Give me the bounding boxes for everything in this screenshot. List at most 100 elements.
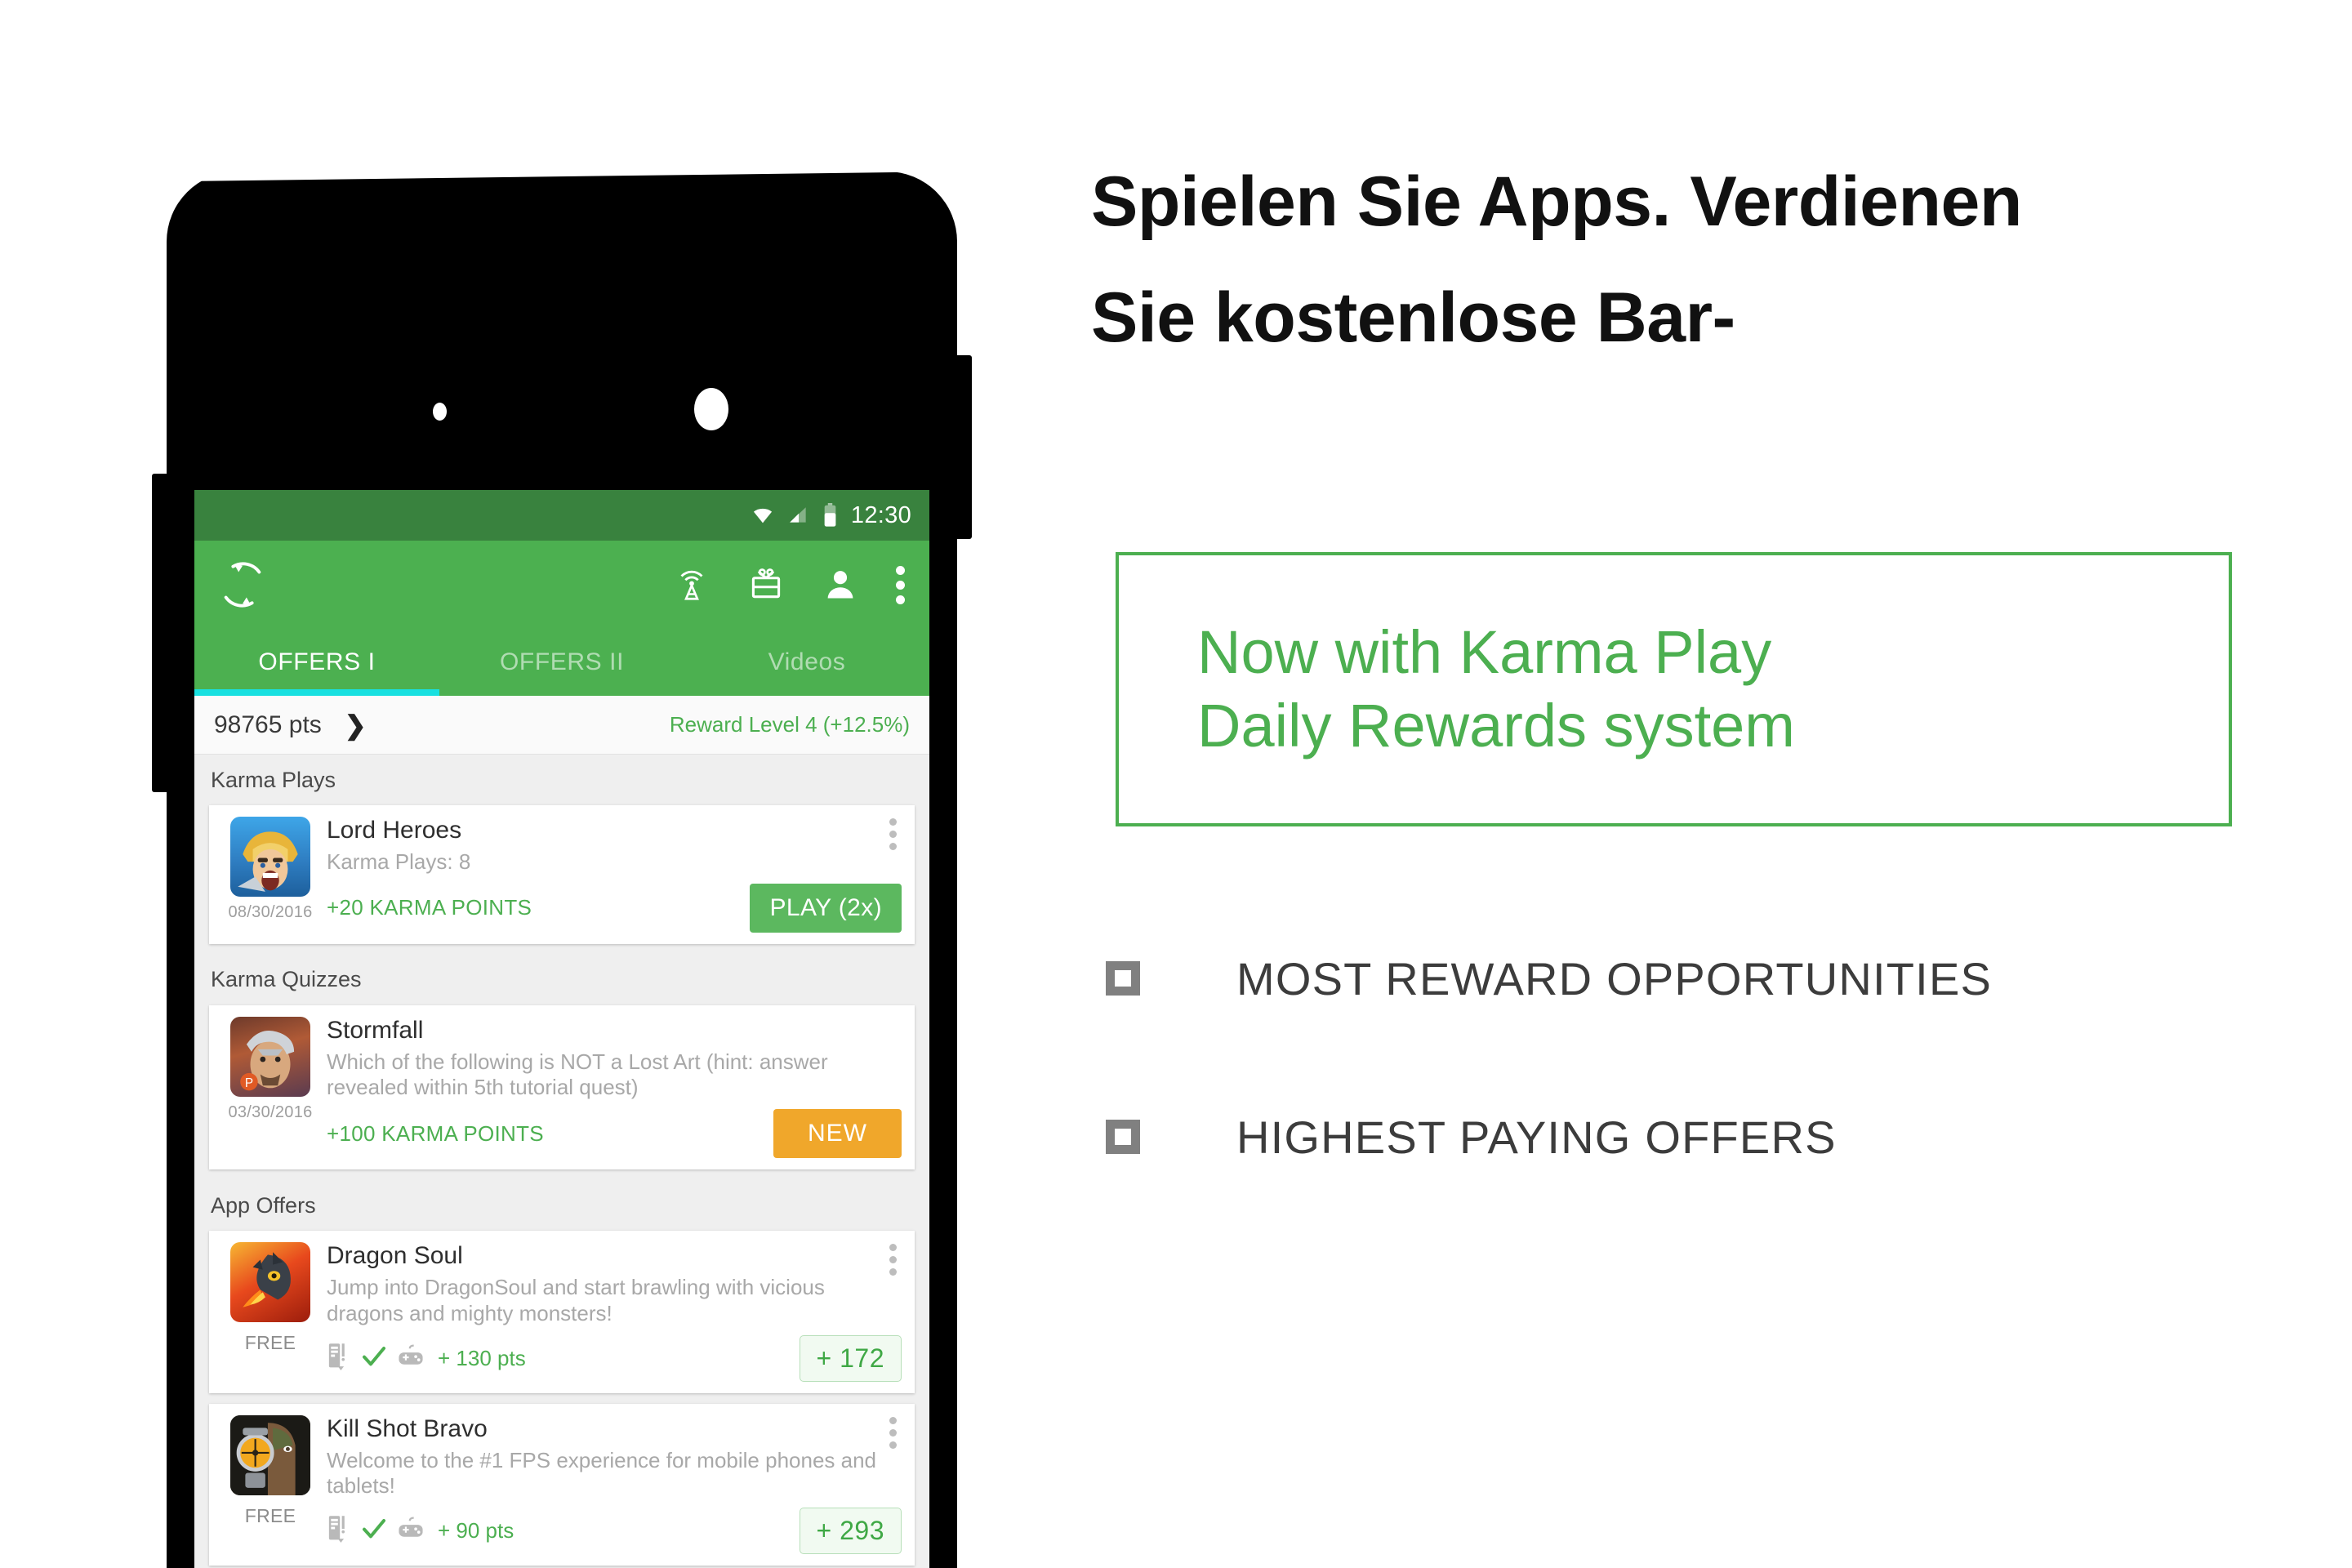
svg-text:P: P: [245, 1076, 253, 1089]
card-title: Kill Shot Bravo: [327, 1414, 488, 1442]
overflow-dot: [889, 1441, 897, 1449]
stormfall-thumbnail: P: [230, 1016, 310, 1097]
gamepad-icon: [397, 1344, 425, 1373]
points-bar[interactable]: 98765 pts ❯ Reward Level 4 (+12.5%): [194, 696, 929, 755]
card-overflow-icon[interactable]: [889, 818, 897, 850]
card-date: 03/30/2016: [228, 1102, 313, 1121]
list-item[interactable]: P 03/30/2016 Stormfall Which of the foll…: [209, 1004, 915, 1170]
karma-swirl-logo[interactable]: [217, 559, 268, 610]
overflow-dot: [889, 1268, 897, 1276]
card-price: FREE: [244, 1332, 296, 1354]
front-camera-icon: [694, 388, 728, 430]
install-icon: [327, 1343, 351, 1374]
overflow-dot: [889, 1256, 897, 1264]
tab-bar: OFFERS I OFFERS II Videos: [194, 629, 929, 696]
card-title: Dragon Soul: [327, 1242, 463, 1270]
offers-list[interactable]: Karma Plays 08/30/2016 Lord Heroes Karma…: [194, 755, 929, 1568]
bullet-label: HIGHEST PAYING OFFERS: [1236, 1111, 1837, 1163]
promo-box: Now with Karma Play Daily Rewards system: [1116, 552, 2232, 826]
headline-line-2: Sie kostenlose Bar-: [1091, 278, 1735, 358]
promo-line-1: Now with Karma Play: [1197, 617, 1772, 686]
gift-icon[interactable]: [746, 565, 786, 604]
points-value: 98765 pts: [214, 710, 322, 738]
overflow-menu-icon[interactable]: [895, 565, 905, 604]
overflow-dot: [889, 818, 897, 826]
list-item[interactable]: FREE Dragon Soul Jump into DragonSoul an…: [209, 1231, 915, 1393]
headline-line-1: Spielen Sie Apps. Verdienen: [1091, 163, 2022, 241]
status-bar-time: 12:30: [850, 501, 911, 528]
section-header-karma-plays: Karma Plays: [194, 755, 929, 805]
card-subtitle: Which of the following is NOT a Lost Art…: [327, 1049, 828, 1100]
offer-bonus-points: + 130 pts: [438, 1345, 526, 1370]
tab-indicator: [194, 689, 439, 696]
karma-points-label: +100 KARMA POINTS: [327, 1120, 544, 1146]
card-left: 08/30/2016: [222, 817, 318, 933]
tab-videos[interactable]: Videos: [684, 629, 929, 696]
overflow-dot: [895, 565, 905, 575]
tab-offers-1[interactable]: OFFERS I: [194, 629, 439, 696]
promo-page: 12:30 OFFERS I OFFERS II Videos 98765 pt…: [0, 0, 2352, 1568]
person-icon[interactable]: [821, 565, 860, 604]
section-header-app-offers: App Offers: [194, 1180, 929, 1232]
card-title: Stormfall: [327, 1016, 424, 1044]
offer-meta-icons: + 90 pts: [327, 1515, 514, 1547]
install-icon: [327, 1515, 351, 1547]
card-left: FREE: [222, 1242, 318, 1381]
cellular-signal-icon: [788, 505, 809, 526]
feature-bullets: MOST REWARD OPPORTUNITIES HIGHEST PAYING…: [1106, 931, 2290, 1184]
overflow-dot: [889, 1428, 897, 1437]
list-item[interactable]: 08/30/2016 Lord Heroes Karma Plays: 8 +2…: [209, 805, 915, 944]
card-subtitle: Karma Plays: 8: [327, 849, 471, 874]
card-left: P 03/30/2016: [222, 1016, 318, 1158]
phone-mockup: 12:30 OFFERS I OFFERS II Videos 98765 pt…: [152, 172, 977, 1568]
card-overflow-icon[interactable]: [889, 1416, 897, 1449]
kill-shot-bravo-thumbnail: [230, 1414, 310, 1495]
app-bar-actions: [672, 565, 911, 604]
marketing-panel: Spielen Sie Apps. Verdienen Sie kostenlo…: [1091, 0, 2352, 1568]
list-item: MOST REWARD OPPORTUNITIES: [1106, 931, 2290, 1026]
offer-meta-icons: + 130 pts: [327, 1343, 526, 1374]
list-item[interactable]: FREE Kill Shot Bravo Welcome to the #1 F…: [209, 1403, 915, 1566]
card-overflow-icon[interactable]: [889, 1244, 897, 1276]
page-title: Spielen Sie Apps. Verdienen Sie kostenlo…: [1091, 162, 2316, 358]
check-icon: [361, 1516, 387, 1546]
reward-level-label: Reward Level 4 (+12.5%): [669, 712, 910, 737]
card-main: Dragon Soul Jump into DragonSoul and sta…: [318, 1242, 902, 1382]
lord-heroes-thumbnail: [230, 817, 310, 897]
dragon-soul-thumbnail: [230, 1242, 310, 1323]
karma-points-label: +20 KARMA POINTS: [327, 895, 532, 920]
list-item: HIGHEST PAYING OFFERS: [1106, 1089, 2290, 1184]
overflow-dot: [889, 831, 897, 838]
offer-bonus-points: + 90 pts: [438, 1518, 514, 1544]
overflow-dot: [889, 1244, 897, 1252]
wifi-icon: [751, 504, 774, 527]
status-bar: 12:30: [194, 490, 929, 541]
broadcast-tower-icon[interactable]: [672, 565, 711, 604]
card-price: FREE: [244, 1504, 296, 1526]
proximity-sensor-icon: [433, 403, 447, 421]
section-header-karma-quizzes: Karma Quizzes: [194, 954, 929, 1005]
card-subtitle: Jump into DragonSoul and start brawling …: [327, 1275, 825, 1325]
chevron-right-icon[interactable]: ❯: [345, 712, 367, 738]
overflow-dot: [889, 843, 897, 850]
card-main: Stormfall Which of the following is NOT …: [318, 1016, 902, 1159]
gamepad-icon: [397, 1517, 425, 1545]
square-bullet-icon: [1106, 961, 1140, 996]
card-main: Lord Heroes Karma Plays: 8 +20 KARMA POI…: [318, 817, 902, 933]
battery-icon: [823, 503, 837, 528]
card-date: 08/30/2016: [228, 903, 313, 921]
offer-points-button[interactable]: + 172: [799, 1334, 902, 1382]
card-left: FREE: [222, 1414, 318, 1554]
bullet-label: MOST REWARD OPPORTUNITIES: [1236, 952, 1993, 1004]
new-badge-button[interactable]: NEW: [773, 1109, 902, 1159]
card-title: Lord Heroes: [327, 817, 462, 844]
play-button[interactable]: PLAY (2x): [750, 883, 902, 933]
tab-offers-2[interactable]: OFFERS II: [439, 629, 684, 696]
overflow-dot: [895, 580, 905, 590]
promo-line-2: Daily Rewards system: [1197, 692, 1795, 760]
card-main: Kill Shot Bravo Welcome to the #1 FPS ex…: [318, 1414, 902, 1555]
overflow-dot: [889, 1416, 897, 1424]
phone-screen: 12:30 OFFERS I OFFERS II Videos 98765 pt…: [194, 490, 929, 1568]
offer-points-button[interactable]: + 293: [799, 1508, 902, 1555]
check-icon: [361, 1343, 387, 1374]
